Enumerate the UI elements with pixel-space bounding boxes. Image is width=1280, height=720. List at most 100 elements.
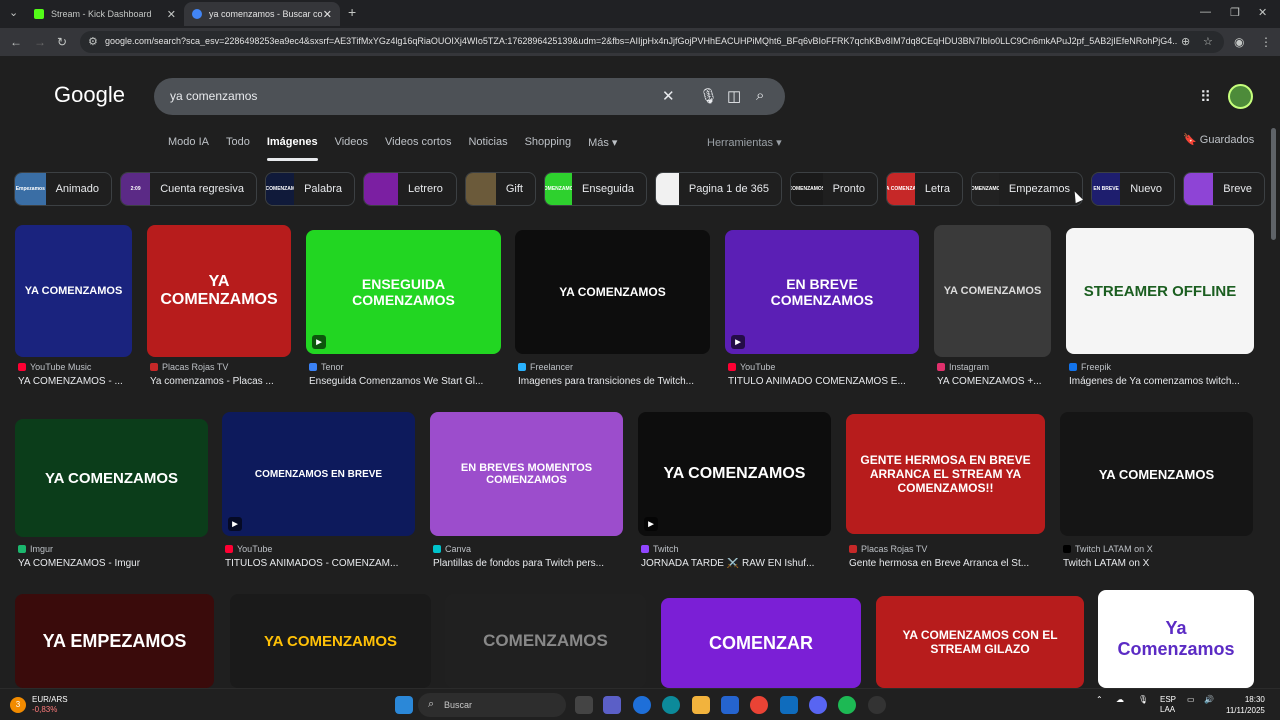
clear-x-icon[interactable]: ✕ [662,87,675,105]
chip-1[interactable]: 2:09 Cuenta regresiva [120,172,257,206]
tools-dropdown[interactable]: Herramientas ▾ [707,136,782,149]
profile-icon[interactable]: ◉ [1234,35,1244,49]
teams-icon[interactable] [603,696,621,714]
result-thumbnail[interactable]: COMENZAMOS [445,594,646,688]
mic-icon[interactable]: 🎙 [1138,695,1148,704]
result-title[interactable]: Plantillas de fondos para Twitch pers... [433,558,623,569]
result-thumbnail[interactable]: Ya Comenzamos [1098,590,1254,688]
chip-3[interactable]: Letrero [363,172,457,206]
site-info-icon[interactable]: ⚙ [88,35,98,48]
result-thumbnail[interactable]: EN BREVES MOMENTOS COMENZAMOS [430,412,623,536]
result-source[interactable]: YouTube [728,362,775,372]
volume-icon[interactable]: 🔊 [1204,695,1214,704]
edge-icon[interactable] [662,696,680,714]
tab-kick-dashboard[interactable]: Stream - Kick Dashboard ✕ [26,2,184,26]
result-thumbnail[interactable]: YA EMPEZAMOS [15,594,214,688]
chrome-icon[interactable] [750,696,768,714]
search-input[interactable]: ya comenzamos [170,89,257,103]
tab-todo[interactable]: Todo [226,136,250,161]
result-source[interactable]: Twitch LATAM on X [1063,544,1153,554]
tab-videos[interactable]: Videos [335,136,368,161]
microphone-icon[interactable]: 🎙 [699,87,718,105]
result-source[interactable]: Freepik [1069,362,1111,372]
file-explorer-icon[interactable] [692,696,710,714]
apps-grid-icon[interactable]: ⠿ [1200,88,1211,106]
result-title[interactable]: Ya comenzamos - Placas ... [150,376,291,387]
result-source[interactable]: Twitch [641,544,679,554]
url-text[interactable]: google.com/search?sca_esv=2286498253ea9e… [105,36,1177,46]
result-thumbnail[interactable]: COMENZAMOS EN BREVE ▶ [222,412,415,536]
result-thumbnail[interactable]: YA COMENZAMOS [934,225,1051,357]
new-tab-plus-icon[interactable]: + [348,4,356,20]
chip-5[interactable]: COMENZAMOS Enseguida [544,172,647,206]
result-thumbnail[interactable]: GENTE HERMOSA EN BREVE ARRANCA EL STREAM… [846,414,1045,534]
result-title[interactable]: YA COMENZAMOS +... [937,376,1051,387]
forward-arrow-icon[interactable]: → [34,35,46,49]
result-thumbnail[interactable]: STREAMER OFFLINE [1066,228,1254,354]
result-thumbnail[interactable]: YA COMENZAMOS [230,594,431,688]
result-title[interactable]: Imágenes de Ya comenzamos twitch... [1069,376,1254,387]
chip-10[interactable]: EN BREVE Nuevo [1091,172,1175,206]
chip-8[interactable]: A COMENZA Letra [886,172,963,206]
clock[interactable]: 18:30 11/11/2025 [1226,694,1265,716]
chip-6[interactable]: Pagina 1 de 365 [655,172,782,206]
result-thumbnail[interactable]: YA COMENZAMOS [15,225,132,357]
spotify-icon[interactable] [838,696,856,714]
minimize-icon[interactable]: — [1200,6,1211,18]
result-title[interactable]: YA COMENZAMOS - Imgur [18,558,208,569]
tab-modo-ia[interactable]: Modo IA [168,136,209,161]
zoom-icon[interactable]: ⊕ [1181,35,1190,48]
chip-11[interactable]: Breve [1183,172,1265,206]
tab-shopping[interactable]: Shopping [525,136,572,161]
windows-start-icon[interactable] [395,696,413,714]
task-view-icon[interactable] [575,696,593,714]
maximize-icon[interactable]: ❐ [1230,6,1240,19]
result-thumbnail[interactable]: YA COMENZAMOS [15,419,208,537]
saved-link[interactable]: 🔖 Guardados [1183,133,1254,146]
result-thumbnail[interactable]: EN BREVE COMENZAMOS ▶ [725,230,919,354]
language-indicator[interactable]: ESP LAA [1160,695,1176,715]
close-icon[interactable]: ✕ [167,8,176,21]
result-source[interactable]: Imgur [18,544,53,554]
result-thumbnail[interactable]: YA COMENZAMOS ▶ [638,412,831,536]
tab-noticias[interactable]: Noticias [468,136,507,161]
tab-videos-cortos[interactable]: Videos cortos [385,136,451,161]
discord-icon[interactable] [809,696,827,714]
chip-7[interactable]: COMENZAMOS Pronto [790,172,878,206]
back-arrow-icon[interactable]: ← [10,35,22,49]
monitor-icon[interactable]: ▭ [1187,695,1195,704]
obs-icon[interactable] [868,696,886,714]
scrollbar[interactable] [1271,128,1276,240]
cloud-icon[interactable]: ☁ [1116,695,1124,704]
tab-search-chevron-icon[interactable]: ⌄ [9,6,18,19]
copilot-icon[interactable] [633,696,651,714]
lens-camera-icon[interactable]: ◫ [727,87,741,105]
result-thumbnail[interactable]: ENSEGUIDA COMENZAMOS ▶ [306,230,501,354]
tab-google-search[interactable]: ya comenzamos - Buscar con G ✕ [184,2,340,26]
omnibox[interactable]: ⚙ google.com/search?sca_esv=2286498253ea… [80,31,1224,53]
result-source[interactable]: YouTube Music [18,362,91,372]
result-title[interactable]: Twitch LATAM on X [1063,558,1253,569]
result-source[interactable]: Placas Rojas TV [849,544,927,554]
result-title[interactable]: Imagenes para transiciones de Twitch... [518,376,710,387]
tab-mas[interactable]: Más ▾ [588,136,617,161]
chip-0[interactable]: Empezamos Animado [14,172,112,206]
search-box[interactable]: ya comenzamos ✕ 🎙 ◫ ⌕ [154,78,785,115]
result-source[interactable]: Canva [433,544,471,554]
result-title[interactable]: Enseguida Comenzamos We Start Gl... [309,376,501,387]
close-icon[interactable]: ✕ [323,8,332,21]
chip-9[interactable]: COMENZAMOS Empezamos [971,172,1083,206]
result-thumbnail[interactable]: YA COMENZAMOS [515,230,710,354]
result-source[interactable]: Instagram [937,362,989,372]
result-thumbnail[interactable]: YA COMENZAMOS [147,225,291,357]
result-thumbnail[interactable]: YA COMENZAMOS CON EL STREAM GILAZO [876,596,1084,688]
chip-4[interactable]: Gift [465,172,536,206]
window-close-icon[interactable]: ✕ [1258,6,1267,19]
result-source[interactable]: Placas Rojas TV [150,362,228,372]
tab-imagenes[interactable]: Imágenes [266,136,318,161]
store-icon[interactable] [721,696,739,714]
result-source[interactable]: Tenor [309,362,344,372]
menu-kebab-icon[interactable]: ⋮ [1260,35,1272,49]
bookmark-star-icon[interactable]: ☆ [1203,35,1213,48]
reload-icon[interactable]: ↻ [57,35,67,49]
